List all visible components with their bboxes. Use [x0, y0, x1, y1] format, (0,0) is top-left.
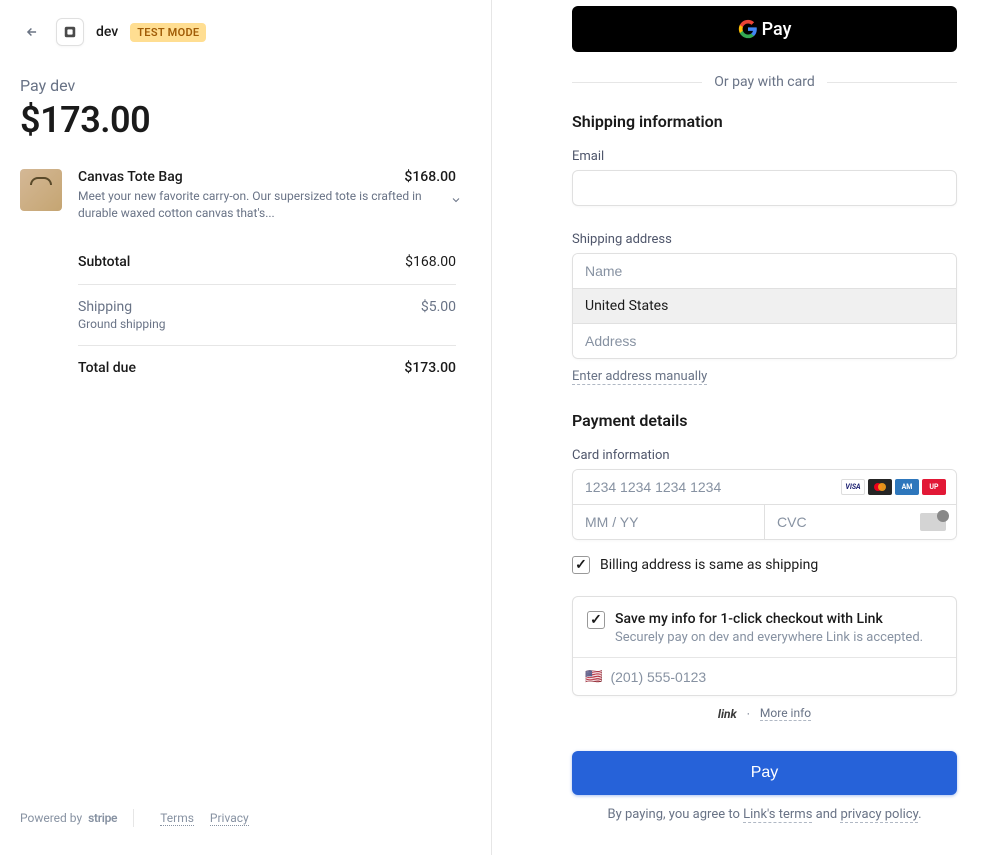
total-value: $173.00 [404, 360, 456, 376]
visa-icon: VISA [841, 479, 865, 495]
subtotal-value: $168.00 [405, 254, 456, 270]
subtotal-row: Subtotal $168.00 [78, 240, 456, 284]
link-save-title: Save my info for 1-click checkout with L… [615, 611, 923, 627]
link-save-checkbox[interactable] [587, 611, 605, 629]
link-terms-link[interactable]: Link's terms [743, 807, 812, 823]
or-text: Or pay with card [702, 74, 826, 90]
vertical-divider [491, 0, 492, 855]
terms-link[interactable]: Terms [160, 811, 194, 826]
country-value: United States [585, 298, 668, 314]
product-price: $168.00 [404, 169, 456, 185]
card-brand-icons: VISA AM UP [841, 479, 946, 495]
google-icon [738, 19, 758, 39]
unionpay-icon: UP [922, 479, 946, 495]
card-input-group: VISA AM UP [572, 469, 957, 540]
dot-separator: · [747, 707, 750, 721]
link-logo: link [718, 707, 737, 721]
product-name: Canvas Tote Bag [78, 169, 183, 185]
link-meta: link · More info [572, 706, 957, 721]
payment-heading: Payment details [572, 411, 957, 430]
total-row: Total due $173.00 [78, 345, 456, 390]
card-expiry-field[interactable] [573, 505, 764, 539]
email-field[interactable] [572, 170, 957, 206]
link-save-subtitle: Securely pay on dev and everywhere Link … [615, 630, 923, 645]
shipping-method: Ground shipping [78, 317, 165, 331]
or-separator: Or pay with card [572, 74, 957, 90]
pay-button[interactable]: Pay [572, 751, 957, 795]
shipping-address-label: Shipping address [572, 232, 957, 247]
google-pay-label: Pay [762, 19, 792, 40]
shipping-value: $5.00 [421, 299, 456, 331]
back-button[interactable] [20, 20, 44, 44]
card-info-label: Card information [572, 448, 957, 463]
order-summary: Pay dev $173.00 Canvas Tote Bag $168.00 … [20, 76, 456, 390]
country-select[interactable]: United States [573, 289, 956, 323]
shipping-row: Shipping Ground shipping $5.00 [78, 284, 456, 345]
billing-same-checkbox[interactable] [572, 556, 590, 574]
legal-text: By paying, you agree to Link's terms and… [572, 807, 957, 822]
product-thumbnail [20, 169, 62, 211]
country-flag-icon[interactable]: 🇺🇸 [585, 669, 602, 685]
footer: Powered by stripe Terms Privacy [20, 809, 456, 855]
billing-same-row: Billing address is same as shipping [572, 556, 957, 574]
address-field[interactable] [573, 324, 956, 358]
name-field[interactable] [573, 254, 956, 288]
powered-by-text: Powered by [20, 811, 82, 825]
mastercard-icon [868, 479, 892, 495]
stripe-logo: stripe [88, 811, 117, 825]
email-label: Email [572, 149, 957, 164]
merchant-name: dev [96, 24, 118, 40]
link-save-box: Save my info for 1-click checkout with L… [572, 596, 957, 696]
more-info-link[interactable]: More info [760, 706, 811, 721]
enter-address-manually-link[interactable]: Enter address manually [572, 369, 707, 385]
privacy-link[interactable]: Privacy [210, 811, 249, 826]
line-item: Canvas Tote Bag $168.00 Meet your new fa… [20, 169, 456, 222]
phone-row: 🇺🇸 [573, 657, 956, 695]
billing-same-label: Billing address is same as shipping [600, 557, 818, 573]
subtotal-label: Subtotal [78, 254, 130, 270]
pay-to-label: Pay dev [20, 76, 456, 95]
google-pay-button[interactable]: Pay [572, 6, 957, 52]
footer-separator [133, 809, 134, 827]
test-mode-badge: TEST MODE [130, 23, 206, 42]
product-description: Meet your new favorite carry-on. Our sup… [78, 188, 456, 222]
shipping-address-group: United States [572, 253, 957, 359]
shipping-label: Shipping [78, 299, 165, 315]
phone-field[interactable] [610, 669, 944, 685]
cvc-icon [920, 513, 946, 531]
header: dev TEST MODE [20, 18, 456, 46]
shipping-heading: Shipping information [572, 112, 957, 131]
privacy-policy-link[interactable]: privacy policy [840, 807, 918, 823]
amex-icon: AM [895, 479, 919, 495]
expand-description-icon[interactable] [450, 194, 462, 211]
total-label: Total due [78, 360, 136, 376]
total-amount: $173.00 [20, 99, 456, 141]
merchant-logo [56, 18, 84, 46]
